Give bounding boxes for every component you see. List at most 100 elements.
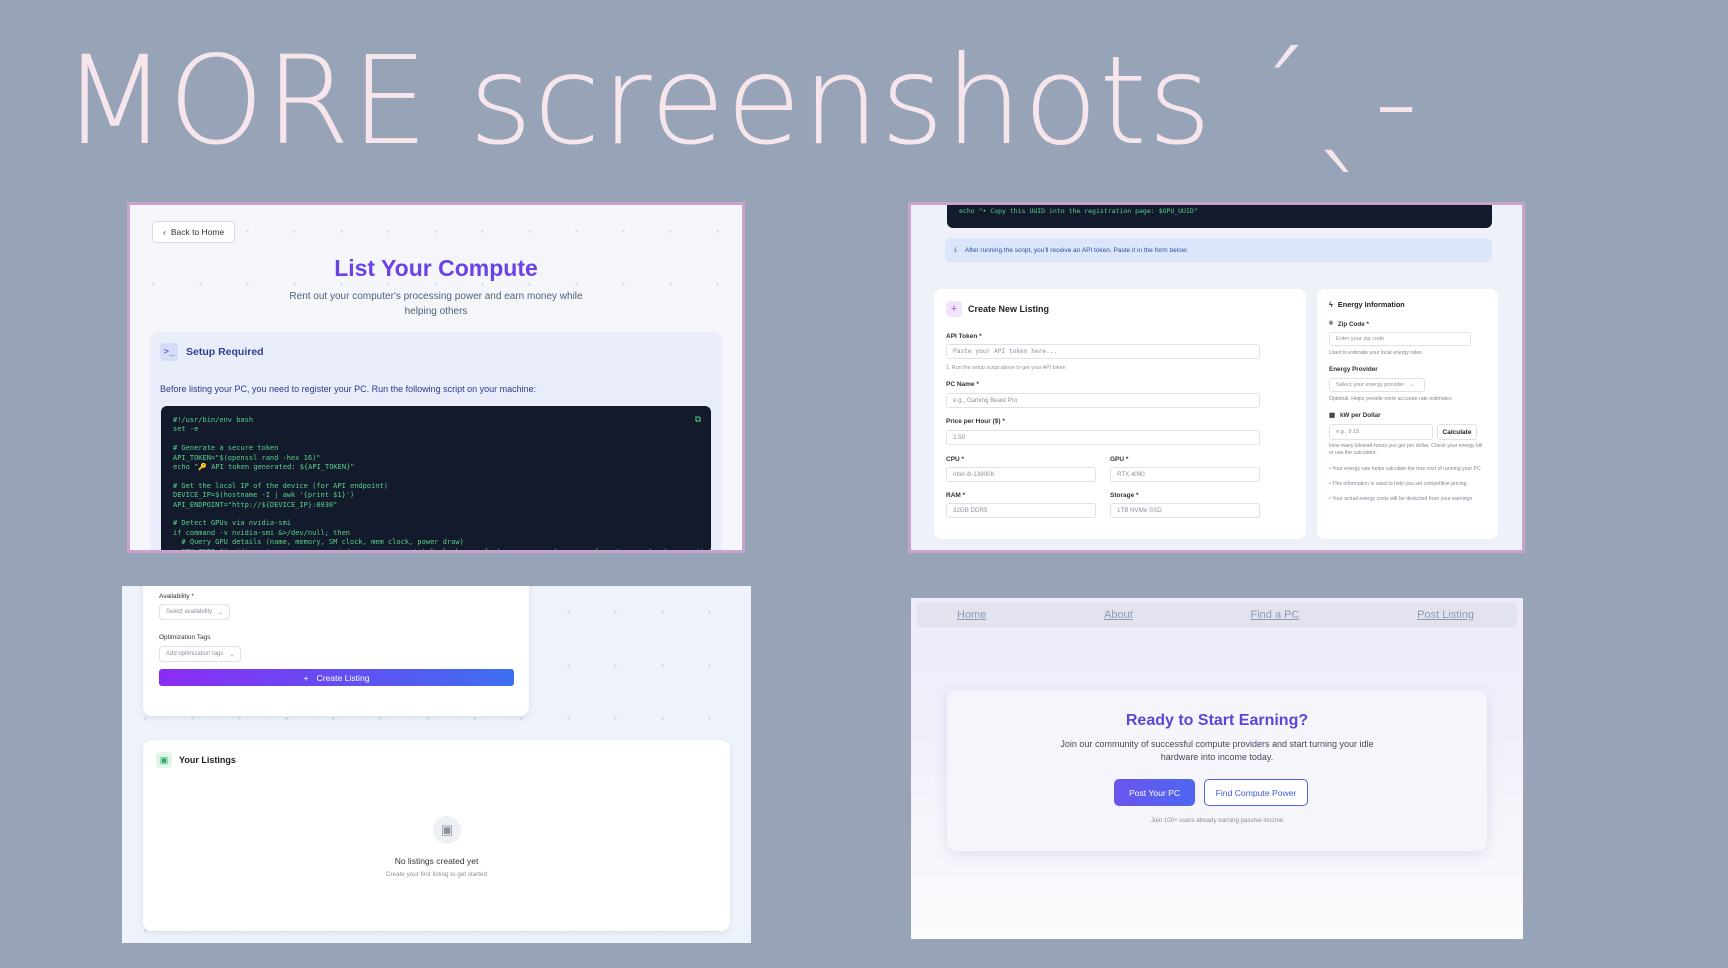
- plus-icon: +: [303, 672, 309, 683]
- code-line: # Query GPU details (name, memory, SM cl…: [173, 538, 464, 547]
- chevron-left-icon: ‹: [163, 227, 166, 237]
- availability-label: Availability *: [159, 593, 194, 600]
- availability-select[interactable]: Select availability ⌄: [159, 604, 231, 620]
- pc-name-label: PC Name *: [946, 381, 979, 388]
- setup-description: Before listing your PC, you need to regi…: [160, 384, 537, 394]
- energy-note-3: • Your actual energy costs will be deduc…: [1329, 496, 1473, 502]
- code-line: API_TOKEN="$(openssl rand -hex 16)": [173, 453, 321, 462]
- nav-find-pc[interactable]: Find a PC: [1251, 609, 1300, 621]
- gpu-input[interactable]: RTX 4090: [1110, 467, 1260, 482]
- ram-label: RAM *: [946, 492, 966, 499]
- cta-subtitle: Join our community of successful compute…: [1060, 739, 1374, 762]
- your-listings-title: Your Listings: [179, 755, 236, 765]
- energy-information-card: ϟ Energy Information ⌾ Zip Code * Enter …: [1317, 289, 1498, 539]
- provider-hint: Optional. Helps provide more accurate ra…: [1329, 396, 1452, 402]
- cta-footnote: Join 100+ users already earning passive …: [1150, 817, 1284, 824]
- zip-hint: Used to estimate your local energy rates: [1329, 350, 1422, 356]
- terminal-icon: >_: [160, 343, 178, 361]
- slide-headline: MORE screenshots ˊˎ-: [62, 30, 1420, 172]
- code-line: if command -v nvidia-smi &>/dev/null; th…: [173, 528, 351, 537]
- page-title: List Your Compute: [334, 255, 538, 281]
- energy-title: ϟ Energy Information: [1329, 300, 1405, 309]
- code-line: # Get the local IP of the device (for AP…: [173, 481, 388, 490]
- setup-script-code[interactable]: ⧉ #!/usr/bin/env bash set -e # Generate a…: [161, 406, 713, 553]
- download-icon: ⤓: [954, 246, 957, 253]
- nav-post-listing[interactable]: Post Listing: [1417, 609, 1474, 621]
- setup-required-card: >_ Setup Required Before listing your PC…: [150, 332, 722, 553]
- kw-hint: How many kilowatt-hours you get per doll…: [1329, 443, 1483, 456]
- code-line: #!/usr/bin/env bash: [173, 416, 254, 424]
- code-line: API_ENDPOINT="http://${DEVICE_IP}:8030": [173, 500, 338, 509]
- price-label: Price per Hour ($) *: [946, 418, 1005, 425]
- calculate-button[interactable]: Calculate: [1437, 424, 1477, 440]
- energy-title-text: Energy Information: [1337, 300, 1405, 309]
- provider-label: Energy Provider: [1329, 366, 1378, 373]
- listing-options-card: Availability * Select availability ⌄ Opt…: [143, 586, 529, 716]
- storage-input[interactable]: 1TB NVMe SSD: [1110, 503, 1260, 518]
- cpu-chip-icon: ▣: [156, 752, 172, 768]
- back-label: Back to Home: [170, 227, 225, 237]
- kw-input[interactable]: e.g., 9.15: [1329, 424, 1433, 440]
- your-listings-card: ▣ Your Listings ▣ No listings created ye…: [143, 740, 730, 931]
- nav-about[interactable]: About: [1104, 609, 1133, 621]
- cpu-label: CPU *: [946, 456, 965, 463]
- zip-input[interactable]: Enter your zip code: [1329, 332, 1471, 346]
- post-your-pc-button[interactable]: Post Your PC: [1114, 779, 1195, 806]
- api-token-label: API Token *: [946, 333, 982, 340]
- chevron-down-icon: ⌄: [229, 651, 235, 658]
- screenshot-your-listings: Availability * Select availability ⌄ Opt…: [122, 586, 751, 943]
- zip-label-text: Zip Code *: [1337, 320, 1369, 328]
- screenshot-start-earning: Home About Find a PC Post Listing Ready …: [911, 598, 1523, 939]
- plus-icon: +: [946, 301, 962, 317]
- empty-state-subtitle: Create your first listing to get started: [385, 871, 488, 878]
- tags-placeholder: Add optimization tags: [166, 651, 224, 657]
- storage-label: Storage *: [1110, 492, 1139, 499]
- code-line: DEVICE_IP=$(hostname -I | awk '{print $1…: [173, 491, 355, 500]
- create-listing-label: Create Listing: [316, 672, 370, 683]
- script-code-tail: echo "• Copy this UUID into the registra…: [947, 205, 1492, 228]
- price-input[interactable]: 2.50: [946, 430, 1260, 445]
- cpu-chip-icon: ▣: [433, 816, 461, 844]
- info-banner: ⤓ After running the script, you'll recei…: [945, 238, 1492, 262]
- provider-select[interactable]: Select your energy provider ⌄: [1329, 378, 1425, 392]
- lightning-icon: ϟ: [1329, 300, 1333, 309]
- create-listing-button[interactable]: + Create Listing: [159, 669, 514, 686]
- gpu-label: GPU *: [1110, 456, 1129, 463]
- code-line: # Generate a secure token: [173, 444, 279, 453]
- code-line: set -e: [173, 425, 199, 434]
- code-line: echo "🔑 API token generated: ${API_TOKEN…: [173, 463, 355, 472]
- api-token-input[interactable]: Paste your API token here...: [946, 344, 1260, 359]
- energy-note-1: • Your energy rate helps calculate the t…: [1329, 466, 1481, 472]
- find-compute-button[interactable]: Find Compute Power: [1204, 779, 1308, 806]
- pc-name-input[interactable]: e.g., Gaming Beast Pro: [946, 393, 1260, 408]
- create-listing-card: + Create New Listing API Token * Paste y…: [934, 289, 1306, 539]
- page-subtitle: Rent out your computer's processing powe…: [289, 291, 583, 317]
- tags-select[interactable]: Add optimization tags ⌄: [159, 646, 242, 662]
- info-text: After running the script, you'll receive…: [964, 246, 1188, 254]
- top-nav: Home About Find a PC Post Listing: [917, 603, 1517, 627]
- api-token-hint: 1. Run the setup script above to get you…: [946, 365, 1066, 371]
- kw-label: ▦ kW per Dollar: [1329, 412, 1381, 419]
- empty-state-title: No listings created yet: [394, 856, 479, 866]
- zip-label: ⌾ Zip Code *: [1329, 320, 1369, 328]
- calculator-icon: ▦: [1329, 412, 1335, 419]
- provider-placeholder: Select your energy provider: [1336, 382, 1405, 388]
- copy-icon[interactable]: ⧉: [695, 414, 701, 425]
- tags-label: Optimization Tags: [159, 634, 211, 641]
- cpu-input[interactable]: Intel i9-13900K: [946, 467, 1096, 482]
- screenshot-list-compute: ‹ Back to Home List Your Compute Rent ou…: [127, 202, 745, 553]
- code-line: # Detect GPUs via nvidia-smi: [173, 519, 292, 528]
- energy-note-2: • This information is used to help you s…: [1329, 481, 1467, 487]
- chevron-down-icon: ⌄: [218, 609, 224, 616]
- code-line: GPU_INFO=$(nvidia-smi --query-gpu=index,…: [173, 547, 713, 553]
- cta-card: Ready to Start Earning? Join our communi…: [947, 690, 1487, 851]
- setup-title: Setup Required: [186, 346, 264, 358]
- ram-input[interactable]: 32GB DDR5: [946, 503, 1096, 518]
- back-to-home-button[interactable]: ‹ Back to Home: [152, 221, 236, 243]
- kw-label-text: kW per Dollar: [1339, 412, 1381, 419]
- cta-title: Ready to Start Earning?: [1125, 712, 1309, 729]
- nav-home[interactable]: Home: [957, 609, 986, 621]
